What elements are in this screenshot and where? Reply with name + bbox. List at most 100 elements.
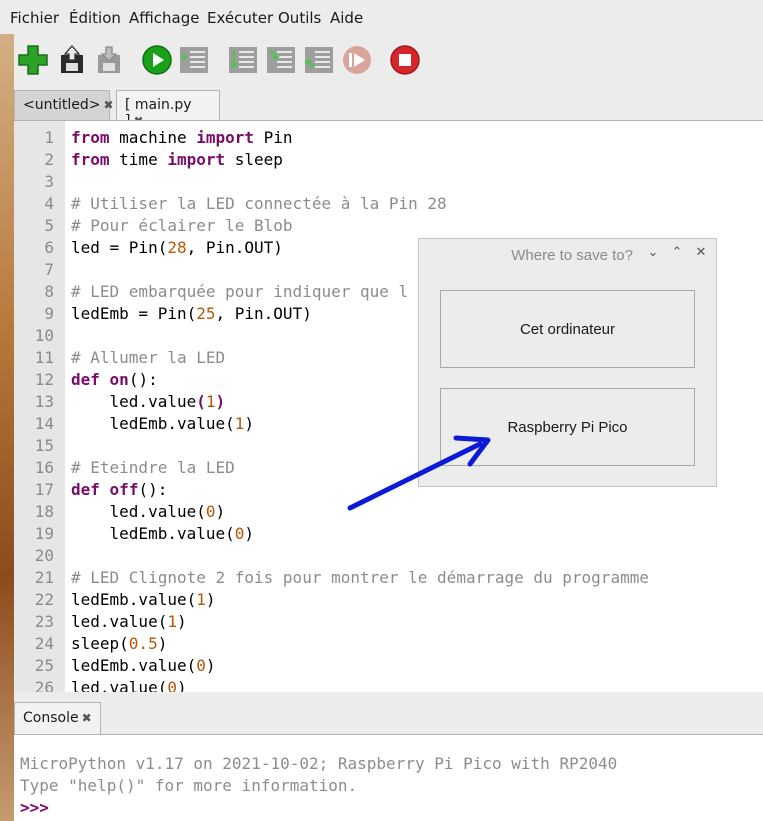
stop-icon[interactable] bbox=[389, 44, 421, 76]
close-icon[interactable]: ✖ bbox=[82, 711, 92, 725]
code-text: # LED Clignote 2 fois pour montrer le dé… bbox=[71, 567, 649, 589]
code-token: machine bbox=[109, 128, 197, 147]
menu-affichage[interactable]: Affichage bbox=[129, 9, 199, 27]
code-token: ) bbox=[244, 524, 255, 543]
code-text: # Utiliser la LED connectée à la Pin 28 bbox=[71, 193, 447, 215]
code-text: led.value(1) bbox=[71, 391, 226, 413]
console-line: MicroPython v1.17 on 2021-10-02; Raspber… bbox=[20, 754, 618, 773]
line-number: 25 bbox=[34, 656, 54, 675]
code-token: ) bbox=[215, 392, 226, 411]
line-number: 1 bbox=[44, 128, 54, 147]
code-token: ) bbox=[215, 502, 226, 521]
step-over-icon[interactable] bbox=[227, 44, 259, 76]
code-token: (): bbox=[128, 370, 158, 389]
code-token: led.value( bbox=[71, 612, 168, 631]
code-token: # Utiliser la LED connectée à la Pin 28 bbox=[71, 194, 447, 213]
line-number: 6 bbox=[44, 238, 54, 257]
code-line: 22 ledEmb.value(1) bbox=[14, 589, 763, 611]
code-line: 3 bbox=[14, 171, 763, 193]
editor-tab-bar: <untitled>✖ [ main.py ]✖ bbox=[14, 90, 763, 129]
new-file-icon[interactable] bbox=[17, 44, 49, 76]
code-token: (): bbox=[138, 480, 168, 499]
tab-untitled[interactable]: <untitled> ✖ bbox=[14, 90, 114, 120]
step-into-icon[interactable] bbox=[265, 44, 297, 76]
code-token: Pin bbox=[254, 128, 293, 147]
code-token: ) bbox=[205, 590, 216, 609]
menu-outils[interactable]: Outils bbox=[278, 9, 321, 27]
menu-executer[interactable]: Exécuter bbox=[207, 9, 273, 27]
code-text: # Pour éclairer le Blob bbox=[71, 215, 293, 237]
tab-main-py[interactable]: [ main.py ]✖ bbox=[116, 90, 220, 129]
code-text: ledEmb = Pin(25, Pin.OUT) bbox=[71, 303, 312, 325]
code-token: , Pin.OUT) bbox=[186, 238, 283, 257]
code-token: 1 bbox=[196, 590, 206, 609]
run-icon[interactable] bbox=[141, 44, 173, 76]
code-text: ledEmb.value(1) bbox=[71, 589, 216, 611]
code-token: 25 bbox=[196, 304, 216, 323]
code-token: ) bbox=[176, 678, 187, 692]
line-number: 23 bbox=[34, 612, 54, 631]
code-text: from machine import Pin bbox=[71, 127, 293, 149]
line-number: 3 bbox=[44, 172, 54, 191]
code-token: 0 bbox=[205, 502, 216, 521]
code-text: from time import sleep bbox=[71, 149, 283, 171]
save-file-icon[interactable] bbox=[93, 44, 125, 76]
code-line: 5 # Pour éclairer le Blob bbox=[14, 215, 763, 237]
dialog-title: Where to save to? bbox=[511, 247, 633, 264]
code-token: ) bbox=[157, 634, 168, 653]
tab-console[interactable]: Console ✖ bbox=[14, 702, 101, 734]
code-token: 0 bbox=[234, 524, 245, 543]
code-text: # LED embarquée pour indiquer que l bbox=[71, 281, 408, 303]
code-token: time bbox=[109, 150, 168, 169]
code-token: 1 bbox=[234, 414, 245, 433]
menu-bar: Fichier Édition Affichage Exécuter Outil… bbox=[0, 0, 763, 34]
code-line: 25 ledEmb.value(0) bbox=[14, 655, 763, 677]
step-out-icon[interactable] bbox=[303, 44, 335, 76]
code-text: def off(): bbox=[71, 479, 167, 501]
line-number: 22 bbox=[34, 590, 54, 609]
line-number: 14 bbox=[34, 414, 54, 433]
line-number: 17 bbox=[34, 480, 54, 499]
menu-edition[interactable]: Édition bbox=[69, 9, 121, 27]
shell-console[interactable]: MicroPython v1.17 on 2021-10-02; Raspber… bbox=[14, 734, 763, 821]
debug-icon[interactable] bbox=[178, 44, 210, 76]
line-number: 21 bbox=[34, 568, 54, 587]
code-token: led.value bbox=[71, 392, 197, 411]
open-file-icon[interactable] bbox=[56, 44, 88, 76]
code-line: 1 from machine import Pin bbox=[14, 127, 763, 149]
code-text: # Eteindre la LED bbox=[71, 457, 235, 479]
code-token: import bbox=[196, 128, 255, 147]
code-token: def bbox=[71, 370, 100, 389]
line-number: 19 bbox=[34, 524, 54, 543]
toolbar bbox=[0, 38, 763, 84]
code-token: on bbox=[109, 370, 129, 389]
code-line: 20 bbox=[14, 545, 763, 567]
code-token: led.value( bbox=[71, 502, 206, 521]
minimize-icon[interactable]: ⌄ bbox=[645, 245, 661, 263]
console-tab-bar: Console ✖ bbox=[14, 702, 763, 734]
maximize-icon[interactable]: ⌃ bbox=[669, 245, 685, 263]
code-token: ledEmb.value( bbox=[71, 414, 235, 433]
code-token: ledEmb = Pin( bbox=[71, 304, 197, 323]
menu-fichier[interactable]: Fichier bbox=[10, 9, 59, 27]
close-icon[interactable]: ✕ bbox=[693, 245, 709, 263]
code-text: led = Pin(28, Pin.OUT) bbox=[71, 237, 283, 259]
code-token: 0 bbox=[167, 678, 177, 692]
code-text: led.value(0) bbox=[71, 501, 226, 523]
code-token: 0 bbox=[196, 656, 206, 675]
console-prompt[interactable]: >>> bbox=[20, 797, 49, 819]
line-number: 9 bbox=[44, 304, 54, 323]
code-token: # Allumer la LED bbox=[71, 348, 226, 367]
code-line: 19 ledEmb.value(0) bbox=[14, 523, 763, 545]
code-token: ledEmb.value( bbox=[71, 590, 197, 609]
tab-label: <untitled> bbox=[23, 97, 101, 113]
menu-aide[interactable]: Aide bbox=[330, 9, 363, 27]
resume-icon[interactable] bbox=[341, 44, 373, 76]
code-text: def on(): bbox=[71, 369, 158, 391]
close-icon[interactable]: ✖ bbox=[103, 98, 113, 112]
line-number: 13 bbox=[34, 392, 54, 411]
this-computer-button[interactable]: Cet ordinateur bbox=[440, 290, 695, 368]
annotation-arrow bbox=[347, 435, 491, 511]
